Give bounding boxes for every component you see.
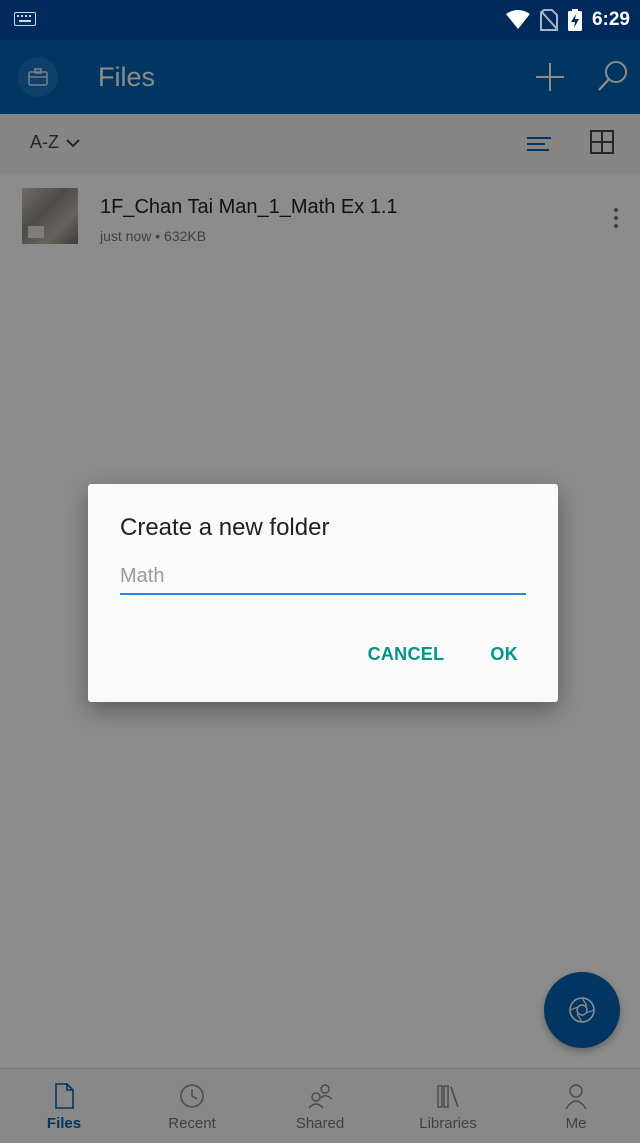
- status-indicators: 6:29: [505, 8, 630, 32]
- dialog-actions: CANCEL OK: [368, 644, 518, 665]
- create-folder-dialog: Create a new folder CANCEL OK: [88, 484, 558, 702]
- cancel-button[interactable]: CANCEL: [368, 644, 445, 665]
- status-time: 6:29: [591, 9, 630, 30]
- status-bar: 6:29: [0, 0, 640, 40]
- battery-charging-icon: [567, 9, 582, 31]
- app-screen: 6:29 Files A-Z 1F_Chan Tai Man_1_Math Ex…: [0, 0, 640, 1143]
- wifi-icon: [505, 10, 530, 29]
- dialog-title: Create a new folder: [120, 514, 330, 541]
- no-sim-icon: [539, 9, 558, 31]
- keyboard-icon: [14, 12, 36, 26]
- ok-button[interactable]: OK: [490, 644, 518, 665]
- folder-name-input[interactable]: [120, 559, 526, 595]
